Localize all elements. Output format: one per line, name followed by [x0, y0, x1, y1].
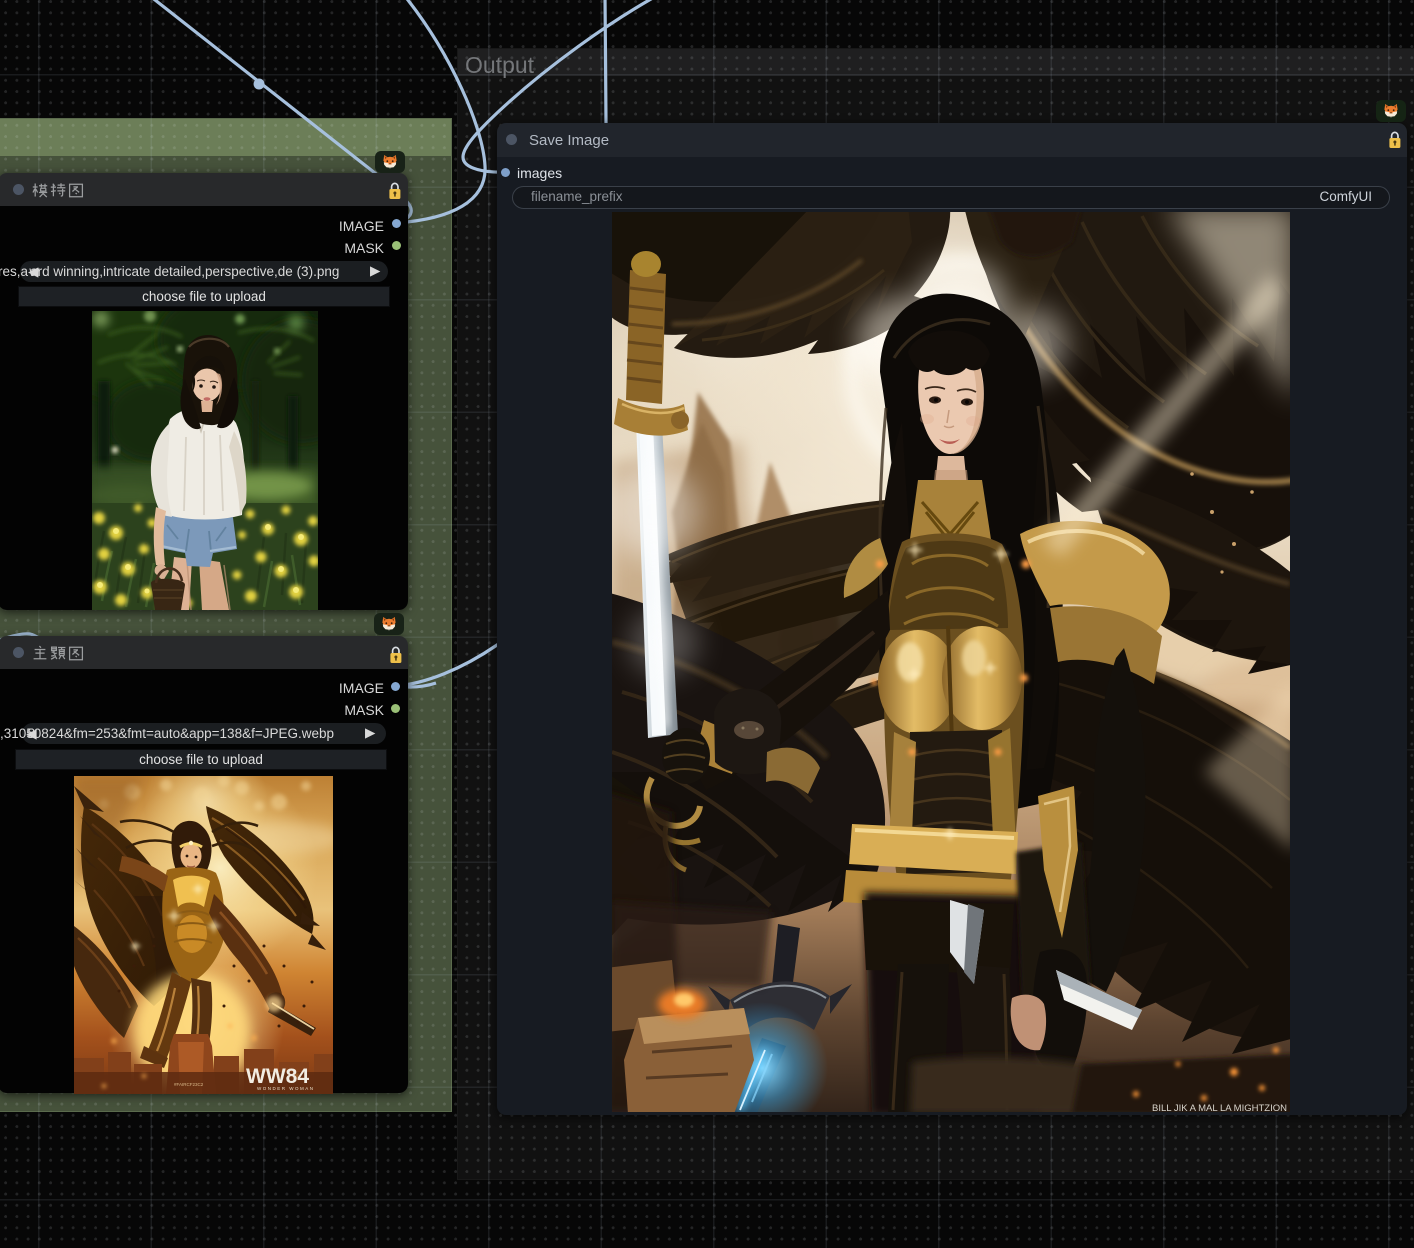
svg-text:BILL JIK A MAL LA MIGHTZION: BILL JIK A MAL LA MIGHTZION: [1152, 1103, 1287, 1112]
svg-text:WW84: WW84: [246, 1065, 309, 1088]
svg-text:WONDER WOMAN: WONDER WOMAN: [257, 1086, 315, 1091]
svg-text:#FAIRCF23C2: #FAIRCF23C2: [174, 1082, 204, 1087]
